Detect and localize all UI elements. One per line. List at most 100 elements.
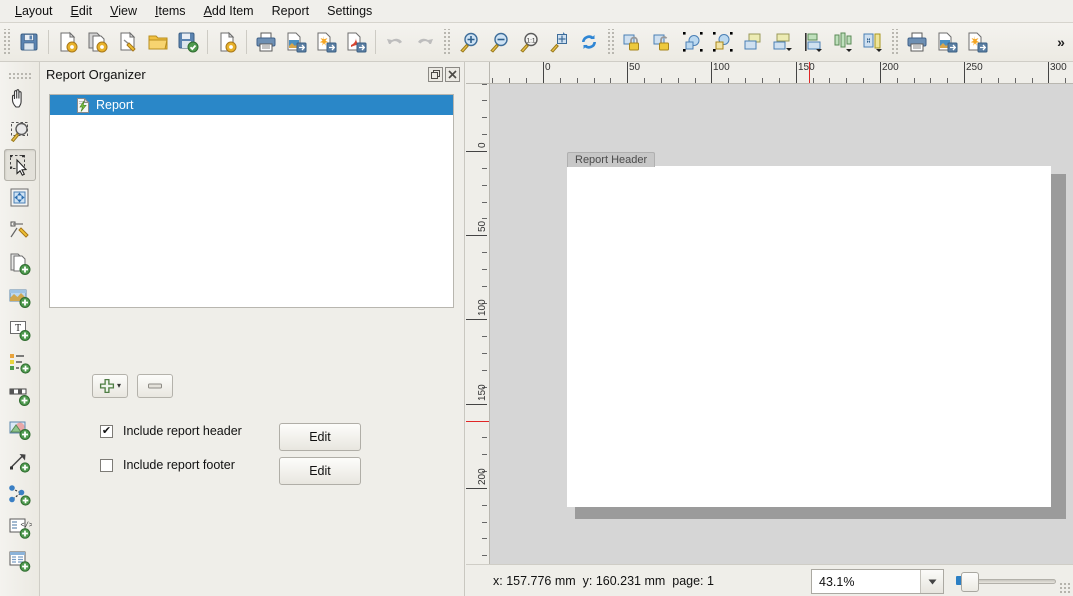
menu-settings[interactable]: Settings <box>318 1 381 21</box>
ruler-tick <box>627 62 628 83</box>
report-header-page[interactable] <box>567 166 1051 507</box>
horizontal-ruler[interactable]: 050100150200250300 <box>490 62 1073 84</box>
add-map-tool-icon[interactable] <box>4 281 36 313</box>
move-item-icon[interactable] <box>858 26 888 58</box>
save-icon[interactable] <box>14 26 44 58</box>
menu-items[interactable]: Items <box>146 1 195 21</box>
toolbar-overflow-button[interactable]: » <box>1049 25 1073 59</box>
panel-title: Report Organizer <box>46 67 146 82</box>
menu-report[interactable]: Report <box>263 1 319 21</box>
new-layout-icon[interactable] <box>53 26 83 58</box>
distribute-items-icon[interactable] <box>798 26 828 58</box>
add-html-tool-icon[interactable]: </> <box>4 512 36 544</box>
export-image-icon[interactable] <box>281 26 311 58</box>
zoom-full-icon[interactable] <box>544 26 574 58</box>
duplicate-layout-icon[interactable] <box>83 26 113 58</box>
ruler-tick <box>1065 78 1066 83</box>
menu-view[interactable]: View <box>101 1 146 21</box>
remove-section-button[interactable] <box>137 374 173 398</box>
add-page-tool-icon[interactable] <box>4 248 36 280</box>
print-report-icon[interactable] <box>902 26 932 58</box>
toolbar-grip[interactable] <box>2 29 11 55</box>
edit-report-footer-button[interactable]: Edit <box>279 457 361 485</box>
include-report-header-checkbox[interactable]: ✔ <box>100 425 113 438</box>
ruler-label: 200 <box>477 468 488 485</box>
include-report-header-row[interactable]: ✔ Include report header <box>100 424 242 438</box>
print-icon[interactable] <box>251 26 281 58</box>
add-node-item-tool-icon[interactable] <box>4 479 36 511</box>
add-scalebar-tool-icon[interactable] <box>4 380 36 412</box>
include-report-footer-row[interactable]: Include report footer <box>100 458 235 472</box>
save-template-icon[interactable] <box>173 26 203 58</box>
add-attribute-table-tool-icon[interactable] <box>4 545 36 577</box>
ruler-tick <box>981 78 982 83</box>
menu-add-item[interactable]: Add Item <box>195 1 263 21</box>
panel-float-button[interactable] <box>428 67 443 82</box>
ruler-label: 100 <box>713 62 730 73</box>
add-label-tool-icon[interactable]: T <box>4 314 36 346</box>
window-resize-grip[interactable] <box>1059 582 1071 594</box>
new-report-icon[interactable] <box>212 26 242 58</box>
export-report-svg-icon[interactable] <box>962 26 992 58</box>
unlock-items-icon[interactable] <box>648 26 678 58</box>
chevron-down-icon[interactable] <box>920 570 943 593</box>
tree-item-report[interactable]: Report <box>50 95 453 115</box>
refresh-icon[interactable] <box>574 26 604 58</box>
panel-close-button[interactable] <box>445 67 460 82</box>
ruler-tick <box>509 78 510 83</box>
toolbar-separator <box>48 30 49 54</box>
open-folder-icon[interactable] <box>143 26 173 58</box>
lock-items-icon[interactable] <box>618 26 648 58</box>
add-section-dropdown-arrow[interactable]: ▾ <box>117 382 121 390</box>
vertical-ruler[interactable]: 050100150200 <box>466 84 490 564</box>
ruler-tick <box>711 62 712 83</box>
zoom-slider-handle[interactable] <box>961 572 979 592</box>
move-item-content-tool-icon[interactable] <box>4 182 36 214</box>
zoom-in-icon[interactable] <box>454 26 484 58</box>
zoom-slider[interactable] <box>956 578 1056 584</box>
main-toolbar: 1:1 <box>0 23 1073 62</box>
include-report-footer-label: Include report footer <box>123 458 235 472</box>
add-picture-tool-icon[interactable] <box>4 413 36 445</box>
undo-icon[interactable] <box>380 26 410 58</box>
resize-items-icon[interactable] <box>828 26 858 58</box>
toolbar-grip[interactable] <box>442 29 451 55</box>
pan-tool-icon[interactable] <box>4 83 36 115</box>
layout-manager-icon[interactable] <box>113 26 143 58</box>
ruler-tick <box>1032 78 1033 83</box>
zoom-actual-icon[interactable]: 1:1 <box>514 26 544 58</box>
export-svg-icon[interactable] <box>311 26 341 58</box>
toolbar-grip[interactable] <box>890 29 899 55</box>
include-report-footer-checkbox[interactable] <box>100 459 113 472</box>
report-tree[interactable]: Report <box>49 94 454 308</box>
toolbar-grip[interactable] <box>606 29 615 55</box>
ruler-tick <box>964 62 965 83</box>
layout-viewport[interactable]: Report Header <box>490 84 1073 564</box>
edit-report-header-button[interactable]: Edit <box>279 423 361 451</box>
select-all-icon[interactable] <box>678 26 708 58</box>
zoom-out-icon[interactable] <box>484 26 514 58</box>
zoom-tool-icon[interactable] <box>4 116 36 148</box>
add-legend-tool-icon[interactable] <box>4 347 36 379</box>
ruler-tick <box>482 269 487 270</box>
redo-icon[interactable] <box>410 26 440 58</box>
edit-nodes-tool-icon[interactable] <box>4 215 36 247</box>
zoom-level-combobox[interactable]: 43.1% <box>811 569 944 594</box>
section-tab-label[interactable]: Report Header <box>567 152 655 167</box>
export-pdf-icon[interactable] <box>341 26 371 58</box>
left-toolbar-grip[interactable] <box>8 72 32 79</box>
ruler-tick <box>728 78 729 83</box>
group-items-icon[interactable] <box>738 26 768 58</box>
export-report-image-icon[interactable] <box>932 26 962 58</box>
menu-layout[interactable]: LLayoutayout <box>6 1 62 21</box>
ruler-tick <box>482 454 487 455</box>
ruler-tick <box>466 488 487 489</box>
zoom-level-value[interactable]: 43.1% <box>812 575 920 589</box>
select-tool-icon[interactable] <box>4 149 36 181</box>
deselect-all-icon[interactable] <box>708 26 738 58</box>
align-items-icon[interactable] <box>768 26 798 58</box>
menu-bar: LLayoutayout Edit View Items Add Item Re… <box>0 0 1073 23</box>
add-arrow-tool-icon[interactable] <box>4 446 36 478</box>
menu-edit[interactable]: Edit <box>62 1 102 21</box>
add-section-button[interactable]: ▾ <box>92 374 128 398</box>
